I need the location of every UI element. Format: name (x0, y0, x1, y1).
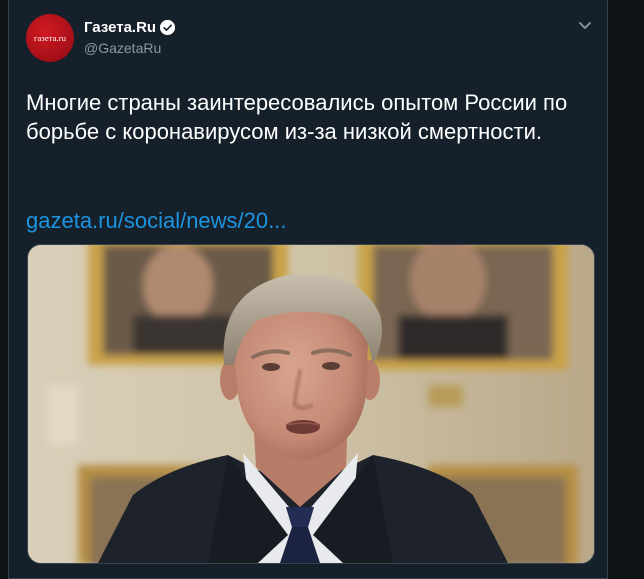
more-options-chevron-down-icon[interactable] (575, 16, 595, 36)
tweet-card[interactable]: газета.ru Газета.Ru @GazetaRu Многие стр… (8, 0, 608, 579)
tweet-header: газета.ru Газета.Ru @GazetaRu (26, 14, 595, 70)
avatar-logo-text: газета.ru (33, 33, 67, 43)
tweet-link[interactable]: gazeta.ru/social/news/20... (26, 206, 286, 235)
tweet-media-image[interactable] (27, 244, 595, 564)
verified-badge-icon (160, 20, 176, 35)
photo-of-man-in-suit-icon (28, 245, 594, 563)
display-name-row: Газета.Ru (84, 19, 176, 36)
avatar[interactable]: газета.ru (26, 14, 74, 62)
author-names: Газета.Ru @GazetaRu (84, 19, 176, 56)
display-name[interactable]: Газета.Ru (84, 19, 156, 36)
handle[interactable]: @GazetaRu (84, 40, 175, 56)
tweet-text: Многие страны заинтересовались опытом Ро… (26, 90, 568, 144)
